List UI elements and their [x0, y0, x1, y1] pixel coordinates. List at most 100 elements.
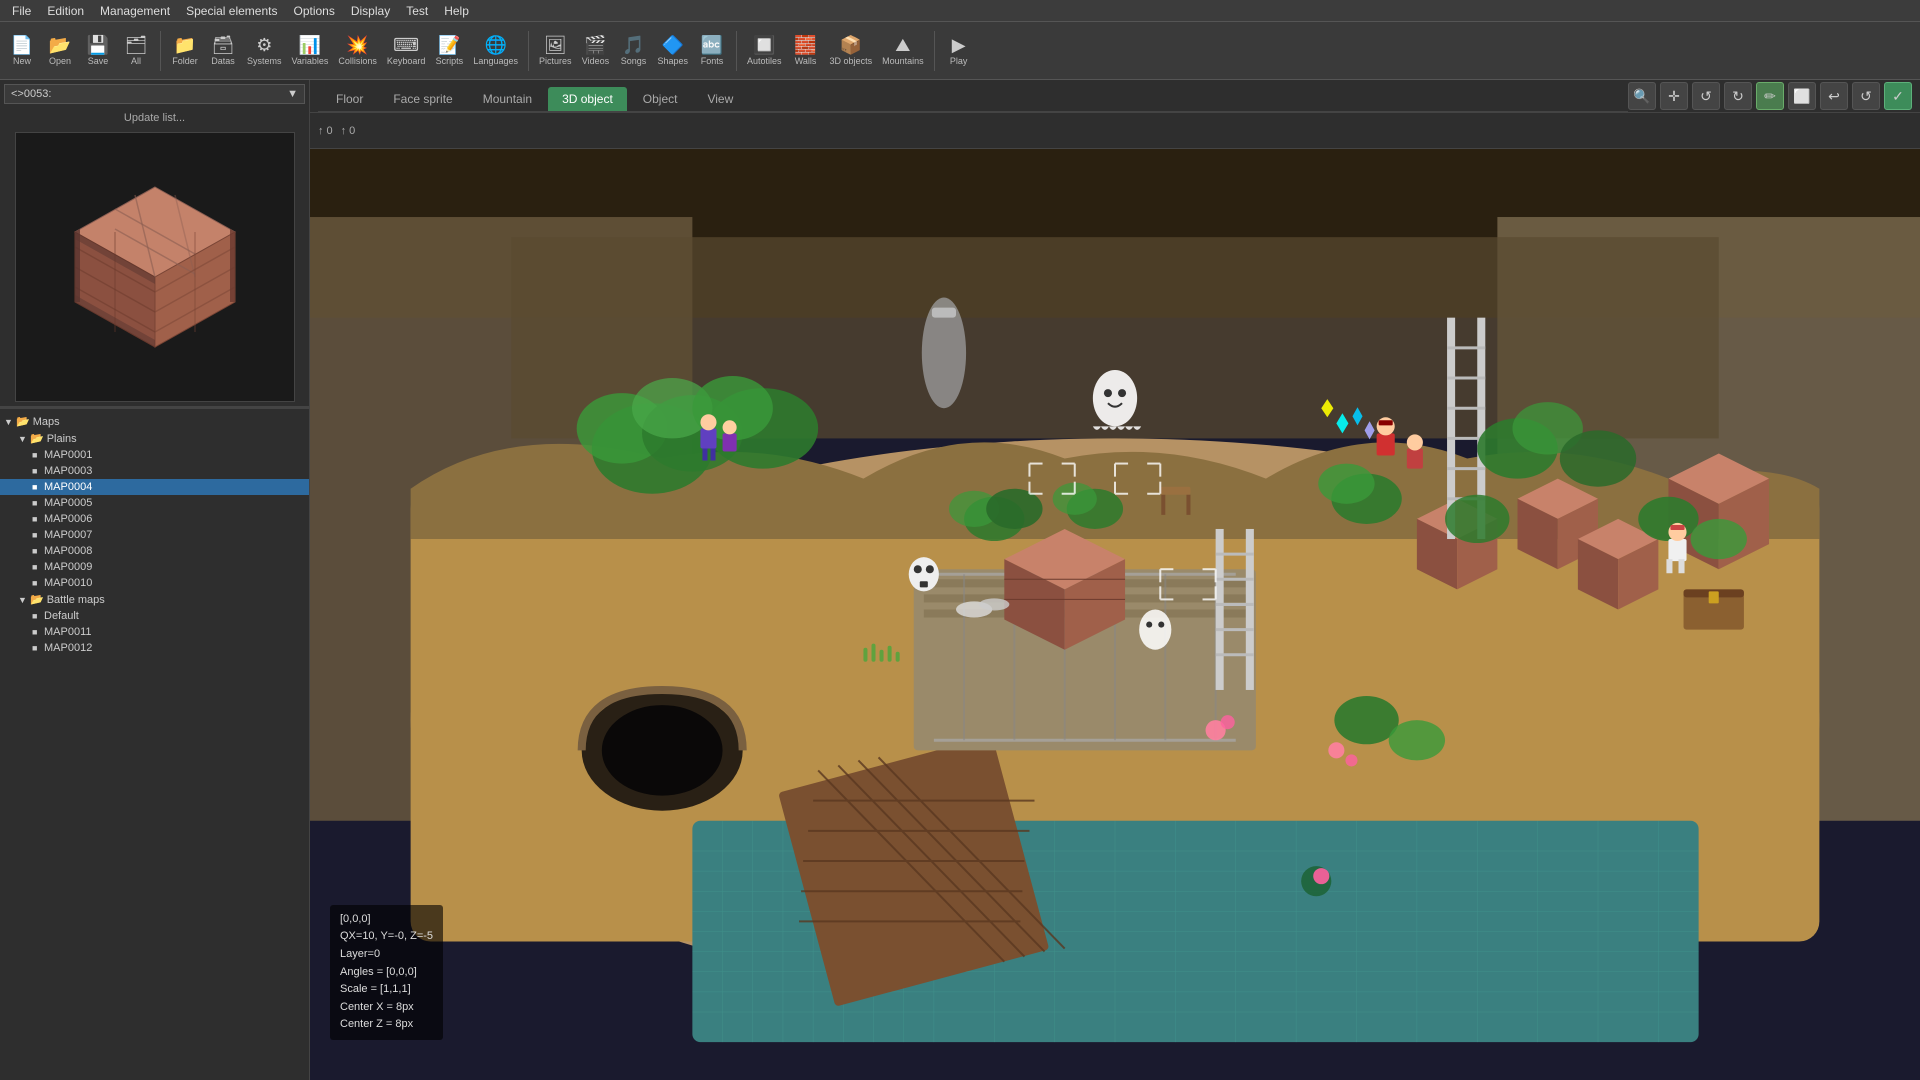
- toolbar-shapes[interactable]: 🔷 Shapes: [653, 34, 692, 68]
- tab-mountain[interactable]: Mountain: [469, 87, 546, 111]
- tree-label: MAP0007: [44, 529, 92, 541]
- tree-item-map0003[interactable]: ■ MAP0003: [0, 463, 309, 479]
- folder-open-icon: 📂: [16, 415, 30, 428]
- datas-icon: 🗃: [212, 36, 235, 54]
- info-line-1: [0,0,0]: [340, 911, 433, 929]
- toolbar-pictures-label: Pictures: [539, 56, 572, 66]
- tree-item-map0008[interactable]: ■ MAP0008: [0, 543, 309, 559]
- tree-label: MAP0001: [44, 449, 92, 461]
- tab-3d-object[interactable]: 3D object: [548, 87, 627, 111]
- confirm-icon-btn[interactable]: ✓: [1884, 82, 1912, 110]
- tree-label: MAP0006: [44, 513, 92, 525]
- menu-management[interactable]: Management: [92, 2, 178, 20]
- tree-item-map0005[interactable]: ■ MAP0005: [0, 495, 309, 511]
- save-icon: 💾: [87, 36, 109, 54]
- toolbar-fonts[interactable]: 🔤 Fonts: [694, 34, 730, 68]
- select-icon-btn[interactable]: ✛: [1660, 82, 1688, 110]
- toolbar-save[interactable]: 💾 Save: [80, 34, 116, 68]
- toolbar-new-label: New: [13, 56, 31, 66]
- tree-label: Battle maps: [47, 594, 105, 606]
- dropdown-arrow-icon: ▼: [287, 88, 298, 100]
- tree-item-map0012[interactable]: ■ MAP0012: [0, 640, 309, 656]
- tree-item-map0007[interactable]: ■ MAP0007: [0, 527, 309, 543]
- toolbar-fonts-label: Fonts: [701, 56, 724, 66]
- toolbar-all-label: All: [131, 56, 141, 66]
- toolbar-new[interactable]: 📄 New: [4, 34, 40, 68]
- toolbar-variables[interactable]: 📊 Variables: [288, 34, 333, 68]
- info-line-3: Layer=0: [340, 946, 433, 964]
- no-expand-icon: ■: [32, 611, 44, 621]
- expand-arrow-icon: ▼: [18, 595, 30, 605]
- menu-bar: File Edition Management Special elements…: [0, 0, 1920, 22]
- update-list-button[interactable]: Update list...: [0, 108, 309, 128]
- tree-item-plains[interactable]: ▼ 📂 Plains: [0, 430, 309, 447]
- map-selector-value: <>0053:: [11, 88, 51, 100]
- tab-object[interactable]: Object: [629, 87, 692, 111]
- pencil-icon-btn[interactable]: ✏: [1756, 82, 1784, 110]
- languages-icon: 🌐: [484, 36, 506, 54]
- toolbar-walls-label: Walls: [795, 56, 817, 66]
- tree-item-maps[interactable]: ▼ 📂 Maps: [0, 413, 309, 430]
- tree-label: Plains: [47, 433, 77, 445]
- toolbar-systems[interactable]: ⚙ Systems: [243, 34, 286, 68]
- toolbar-autotiles[interactable]: 🔲 Autotiles: [743, 34, 786, 68]
- info-line-7: Center Z = 8px: [340, 1016, 433, 1034]
- coord-bar: ↑ 0 ↑ 0: [310, 113, 1920, 149]
- map-canvas-area[interactable]: [0,0,0] QX=10, Y=-0, Z=-5 Layer=0 Angles…: [310, 149, 1920, 1080]
- toolbar-mountains[interactable]: ⛰ Mountains: [878, 34, 928, 68]
- menu-file[interactable]: File: [4, 2, 39, 20]
- 3dobjects-icon: 📦: [840, 36, 862, 54]
- toolbar-collisions[interactable]: 💥 Collisions: [334, 34, 381, 68]
- toolbar-keyboard[interactable]: ⌨ Keyboard: [383, 34, 430, 68]
- toolbar-videos-label: Videos: [582, 56, 609, 66]
- menu-special-elements[interactable]: Special elements: [178, 2, 285, 20]
- menu-edition[interactable]: Edition: [39, 2, 92, 20]
- toolbar-pictures[interactable]: 🖼 Pictures: [535, 34, 576, 68]
- tab-floor[interactable]: Floor: [322, 87, 377, 111]
- tree-item-map0001[interactable]: ■ MAP0001: [0, 447, 309, 463]
- rotate-right-icon-btn[interactable]: ↻: [1724, 82, 1752, 110]
- menu-display[interactable]: Display: [343, 2, 398, 20]
- tree-label: MAP0012: [44, 642, 92, 654]
- coord-y-item: ↑ 0: [341, 125, 356, 137]
- tree-item-map0006[interactable]: ■ MAP0006: [0, 511, 309, 527]
- toolbar-walls[interactable]: 🧱 Walls: [788, 34, 824, 68]
- tab-view[interactable]: View: [693, 87, 747, 111]
- no-expand-icon: ■: [32, 627, 44, 637]
- tab-face-sprite[interactable]: Face sprite: [379, 87, 466, 111]
- zoom-icon-btn[interactable]: 🔍: [1628, 82, 1656, 110]
- tree-item-map0009[interactable]: ■ MAP0009: [0, 559, 309, 575]
- toolbar-videos[interactable]: 🎬 Videos: [577, 34, 613, 68]
- toolbar-play[interactable]: ▶ Play: [941, 34, 977, 68]
- tree-item-map0011[interactable]: ■ MAP0011: [0, 624, 309, 640]
- redo-icon-btn[interactable]: ↺: [1852, 82, 1880, 110]
- toolbar-scripts-label: Scripts: [436, 56, 464, 66]
- rotate-left-icon-btn[interactable]: ↺: [1692, 82, 1720, 110]
- toolbar-sep-1: [160, 31, 161, 71]
- toolbar-collisions-label: Collisions: [338, 56, 377, 66]
- scripts-icon: 📝: [438, 36, 460, 54]
- tree-item-map0004[interactable]: ■ MAP0004: [0, 479, 309, 495]
- info-line-2: QX=10, Y=-0, Z=-5: [340, 928, 433, 946]
- toolbar-all[interactable]: 🗂 All: [118, 34, 154, 68]
- toolbar-open[interactable]: 📂 Open: [42, 34, 78, 68]
- toolbar-3dobjects[interactable]: 📦 3D objects: [826, 34, 877, 68]
- menu-options[interactable]: Options: [285, 2, 342, 20]
- tree-item-battlemaps[interactable]: ▼ 📂 Battle maps: [0, 591, 309, 608]
- tree-item-default[interactable]: ■ Default: [0, 608, 309, 624]
- right-area: Floor Face sprite Mountain 3D object Obj…: [310, 80, 1920, 1080]
- toolbar-songs[interactable]: 🎵 Songs: [615, 34, 651, 68]
- map-selector-dropdown[interactable]: <>0053: ▼: [4, 84, 305, 104]
- info-line-6: Center X = 8px: [340, 999, 433, 1017]
- tree-item-map0010[interactable]: ■ MAP0010: [0, 575, 309, 591]
- up-arrow-2-icon: ↑: [341, 125, 347, 137]
- undo-icon-btn[interactable]: ↩: [1820, 82, 1848, 110]
- toolbar-datas[interactable]: 🗃 Datas: [205, 34, 241, 68]
- rect-icon-btn[interactable]: ⬜: [1788, 82, 1816, 110]
- menu-help[interactable]: Help: [436, 2, 477, 20]
- toolbar-folder[interactable]: 📁 Folder: [167, 34, 203, 68]
- menu-test[interactable]: Test: [398, 2, 436, 20]
- toolbar-scripts[interactable]: 📝 Scripts: [431, 34, 467, 68]
- coord-x-value: 0: [327, 125, 333, 137]
- toolbar-languages[interactable]: 🌐 Languages: [469, 34, 522, 68]
